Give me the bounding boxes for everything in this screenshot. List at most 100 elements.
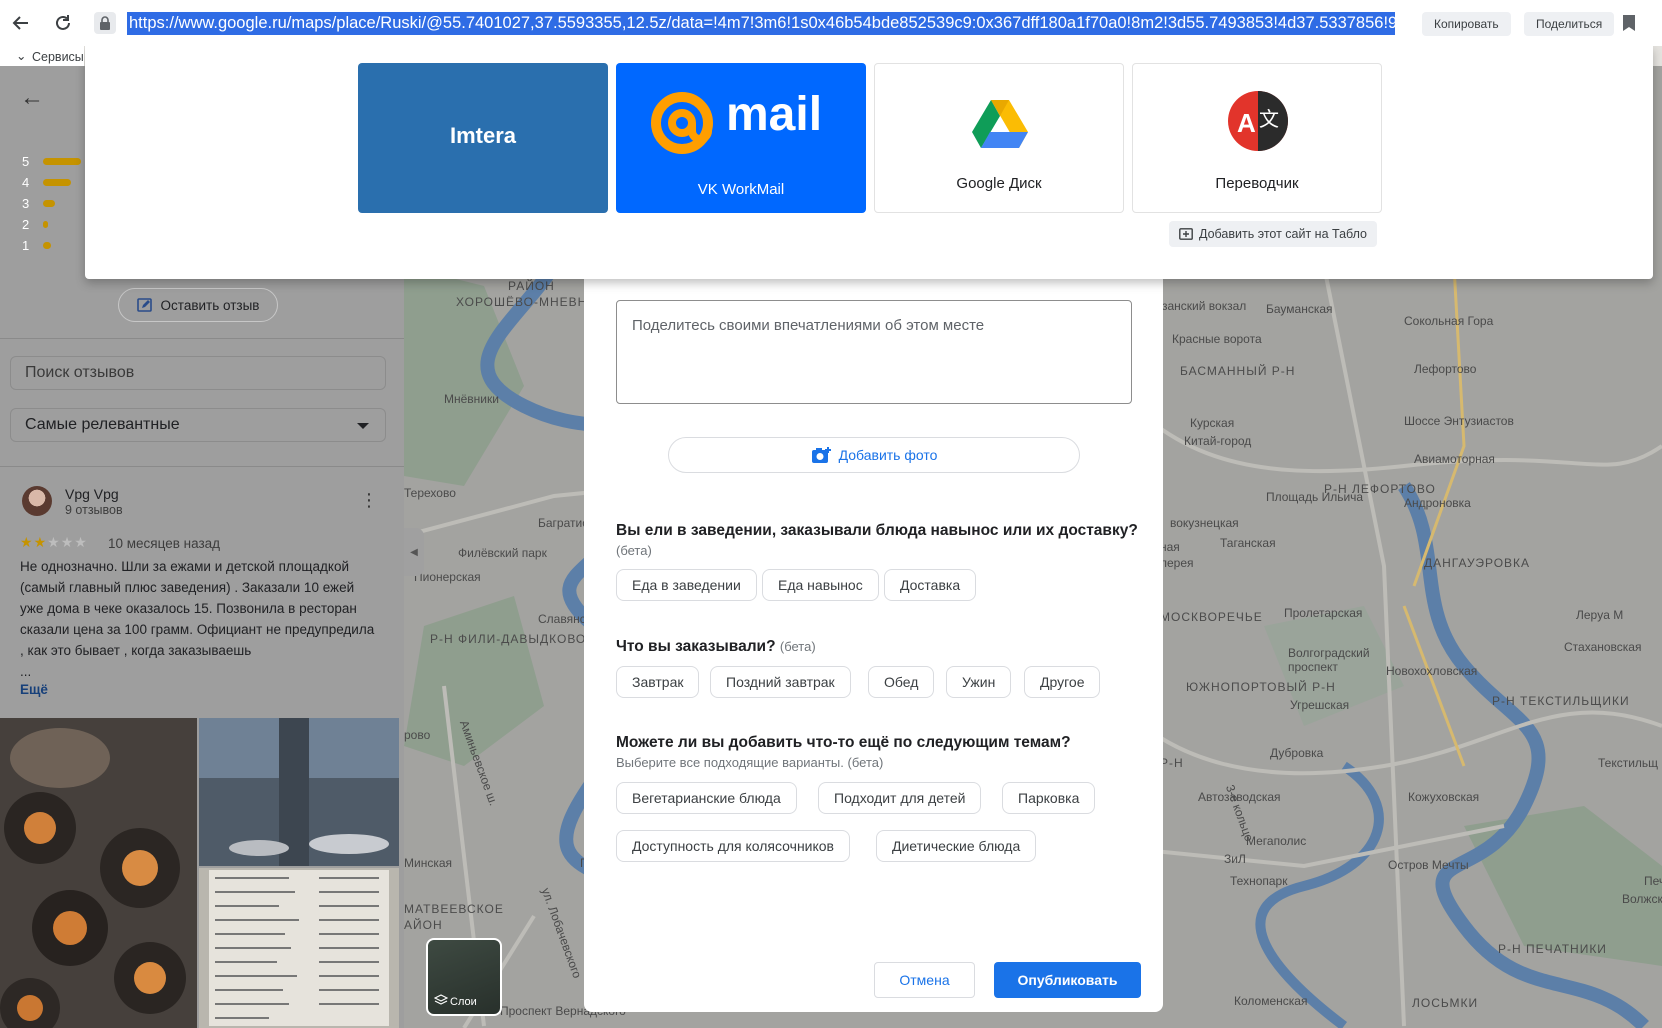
rating-bar (43, 220, 49, 228)
review-date: 10 месяцев назад (108, 536, 221, 551)
avatar[interactable] (22, 486, 52, 516)
visit-type-chip[interactable]: Доставка (884, 569, 977, 601)
map-label-poi[interactable]: Дубровка (1270, 746, 1323, 760)
map-label-poi[interactable]: занский вокзал (1162, 299, 1246, 313)
map-label-poi[interactable]: Текстильщ (1598, 756, 1658, 770)
rating-row[interactable]: 2 (22, 216, 49, 232)
map-label-poi[interactable]: Остров Мечты (1388, 858, 1469, 872)
map-label-poi[interactable]: Авиамоторная (1414, 452, 1495, 466)
meal-chip[interactable]: Обед (868, 666, 935, 698)
map-label-poi[interactable]: Технопарк (1230, 874, 1287, 888)
map-label-poi[interactable]: Минская (404, 856, 452, 870)
map-label-poi[interactable]: Пионерская (414, 570, 481, 584)
rating-star-label: 1 (22, 237, 30, 253)
map-label-poi[interactable]: Бауманская (1266, 302, 1333, 316)
map-label-poi[interactable]: Курская (1190, 416, 1234, 430)
publish-button[interactable]: Опубликовать (994, 962, 1141, 998)
map-label-poi[interactable]: Волгоградский (1288, 646, 1370, 660)
map-label-poi[interactable]: Коломенская (1234, 994, 1307, 1008)
map-label-poi[interactable]: Шоссе Энтузиастов (1404, 414, 1514, 428)
map-label-poi[interactable]: Волжска (1622, 892, 1662, 906)
map-label-poi[interactable]: Сокольная Гора (1404, 314, 1493, 328)
review-more-link[interactable]: Ещё (20, 682, 48, 697)
bookmark-icon[interactable] (1622, 14, 1636, 32)
add-site-to-tableau-button[interactable]: Добавить этот сайт на Табло (1169, 221, 1377, 247)
review-photo-sea-urchins[interactable] (0, 718, 197, 1028)
review-stars: ★★★★★ (20, 534, 88, 551)
edit-review-icon (136, 298, 152, 312)
map-label-poi[interactable]: рово (404, 728, 430, 742)
map-label-district: ДАНГАУЭРОВКА (1424, 556, 1531, 570)
rating-row[interactable]: 5 (22, 154, 82, 169)
tile-vk-workmail[interactable]: mail VK WorkMail (616, 63, 866, 213)
beta-label: (бета) (779, 639, 816, 654)
reload-icon[interactable] (50, 10, 76, 36)
map-label-poi[interactable]: Площадь Ильича (1266, 490, 1363, 504)
tile-imtera[interactable]: Imtera (358, 63, 608, 213)
map-label-poi[interactable]: Мнёвники (444, 392, 499, 406)
add-photo-button[interactable]: Добавить фото (668, 437, 1080, 473)
topic-chip[interactable]: Вегетарианские блюда (616, 782, 797, 814)
tile-google-drive[interactable]: Google Диск (874, 63, 1124, 213)
review-author[interactable]: Vpg Vpg (65, 486, 119, 502)
rating-star-label: 3 (22, 195, 30, 211)
map-label-poi[interactable]: Кожуховская (1408, 790, 1479, 804)
map-label-poi[interactable]: Таганская (1220, 536, 1276, 550)
share-button[interactable]: Поделиться (1524, 12, 1615, 36)
map-label-poi[interactable]: Стахановская (1564, 640, 1641, 654)
map-label-district: Р-Н ПЕЧАТНИКИ (1498, 942, 1607, 956)
copy-url-button[interactable]: Копировать (1422, 12, 1511, 36)
map-label-poi[interactable]: Новохохловская (1386, 664, 1477, 678)
more-vert-icon[interactable]: ⋮ (360, 490, 378, 511)
cancel-button[interactable]: Отмена (874, 962, 975, 998)
map-label-poi[interactable]: Лерyа М (1576, 608, 1623, 622)
rating-row[interactable]: 1 (22, 237, 52, 253)
rating-bar (43, 199, 56, 207)
map-label-poi[interactable]: вокузнецкая (1170, 516, 1239, 530)
sort-select[interactable]: Самые релевантные (10, 408, 386, 442)
map-label-poi[interactable]: Терехово (404, 486, 456, 500)
meal-chip[interactable]: Другое (1024, 666, 1101, 698)
topic-chip[interactable]: Доступность для колясочников (616, 830, 850, 862)
map-label-district: АЙОН (404, 918, 443, 932)
map-label-poi[interactable]: Угрешская (1290, 698, 1349, 712)
rating-star-label: 4 (22, 174, 30, 190)
panel-back-icon[interactable]: ← (20, 84, 44, 112)
visit-type-chip[interactable]: Еда в заведении (616, 569, 757, 601)
review-photo-receipt[interactable] (199, 868, 399, 1028)
meal-chip[interactable]: Ужин (946, 666, 1012, 698)
leave-review-button[interactable]: Оставить отзыв (118, 288, 278, 322)
map-label-poi[interactable]: Андроновка (1404, 496, 1471, 510)
lock-icon[interactable] (94, 12, 116, 34)
visit-type-chip[interactable]: Еда навынос (762, 569, 879, 601)
map-label-poi[interactable]: Китай-город (1184, 434, 1251, 448)
topic-chip[interactable]: Подходит для детей (818, 782, 982, 814)
map-layers-button[interactable]: Слои (426, 938, 502, 1016)
map-label-poi[interactable]: проспект (1288, 660, 1338, 674)
map-label-poi[interactable]: Мегаполис (1246, 834, 1306, 848)
meal-chip[interactable]: Поздний завтрак (710, 666, 851, 698)
meal-chip[interactable]: Завтрак (616, 666, 700, 698)
review-search-input[interactable]: Поиск отзывов (10, 356, 386, 390)
review-photo-view[interactable] (199, 718, 399, 866)
review-textarea[interactable]: Поделитесь своими впечатлениями об этом … (616, 300, 1132, 404)
collapse-panel-button[interactable]: ◀ (404, 528, 424, 576)
divider (0, 338, 404, 339)
map-label-poi[interactable]: Филёвский парк (458, 546, 547, 560)
map-label-poi[interactable]: Пролетарская (1284, 606, 1362, 620)
back-arrow-icon[interactable] (8, 10, 34, 36)
topic-chip[interactable]: Диетические блюда (876, 830, 1037, 862)
rating-star-label: 2 (22, 216, 30, 232)
services-bookmark[interactable]: Сервисы ⌄ (16, 48, 84, 64)
map-label-poi[interactable]: Печатники (1644, 874, 1662, 888)
topic-chip[interactable]: Парковка (1002, 782, 1096, 814)
tile-translator[interactable]: A 文 Переводчик (1132, 63, 1382, 213)
map-label-poi[interactable]: Красные ворота (1172, 332, 1262, 346)
map-label-district: Р-Н ФИЛИ-ДАВЫДКОВО (430, 632, 587, 646)
address-bar[interactable]: https://www.google.ru/maps/place/Ruski/@… (127, 12, 1395, 35)
map-label-poi[interactable]: лерея (1160, 556, 1194, 570)
rating-row[interactable]: 4 (22, 174, 72, 190)
rating-row[interactable]: 3 (22, 195, 56, 211)
map-label-poi[interactable]: Лефортово (1414, 362, 1476, 376)
map-label-poi[interactable]: ЗиЛ (1224, 852, 1246, 866)
